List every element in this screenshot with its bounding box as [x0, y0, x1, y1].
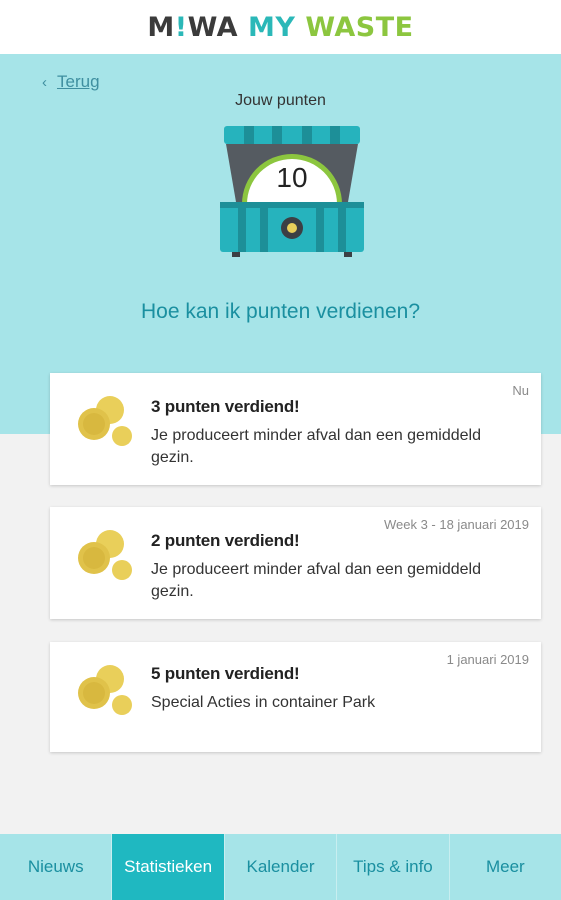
card-time: 1 januari 2019 — [446, 652, 529, 667]
tab-meer[interactable]: Meer — [450, 834, 561, 900]
app-header: M!WA MY WASTE — [0, 0, 561, 54]
coins-icon — [78, 530, 132, 580]
miwa-my-waste-logo: M!WA MY WASTE — [147, 12, 413, 43]
chevron-left-icon: ‹ — [42, 73, 47, 91]
points-card[interactable]: 2 punten verdiend! Je produceert minder … — [50, 507, 541, 619]
points-value: 10 — [276, 162, 308, 193]
points-title: Jouw punten — [235, 92, 326, 109]
back-link[interactable]: ‹ Terug — [42, 72, 100, 92]
back-label: Terug — [57, 72, 100, 91]
card-title: 3 punten verdiend! — [151, 397, 300, 416]
tab-nieuws[interactable]: Nieuws — [0, 834, 113, 900]
bottom-tab-bar: Nieuws Statistieken Kalender Tips & info… — [0, 834, 561, 900]
tab-statistieken[interactable]: Statistieken — [112, 834, 225, 900]
tab-kalender[interactable]: Kalender — [225, 834, 338, 900]
treasure-chest-icon: 10 — [212, 122, 372, 258]
points-card[interactable]: 5 punten verdiend! Special Acties in con… — [50, 642, 541, 752]
coins-icon — [78, 665, 132, 715]
card-title: 2 punten verdiend! — [151, 531, 300, 550]
card-time: Nu — [512, 383, 529, 398]
earn-points-link[interactable]: Hoe kan ik punten verdienen? — [0, 300, 561, 324]
logo-dot: ! — [174, 11, 188, 43]
points-card[interactable]: 3 punten verdiend! Je produceert minder … — [50, 373, 541, 485]
card-time: Week 3 - 18 januari 2019 — [383, 517, 529, 532]
card-description: Je produceert minder afval dan een gemid… — [151, 561, 481, 600]
card-description: Je produceert minder afval dan een gemid… — [151, 427, 481, 466]
logo-my: MY — [247, 11, 296, 43]
logo-waste: WASTE — [305, 11, 414, 43]
logo-miwa-part: WA — [187, 11, 239, 43]
coins-icon — [78, 396, 132, 446]
card-description: Special Acties in container Park — [151, 694, 376, 711]
logo-miwa-part: M — [147, 11, 175, 43]
tab-tips-info[interactable]: Tips & info — [337, 834, 450, 900]
card-title: 5 punten verdiend! — [151, 664, 300, 683]
